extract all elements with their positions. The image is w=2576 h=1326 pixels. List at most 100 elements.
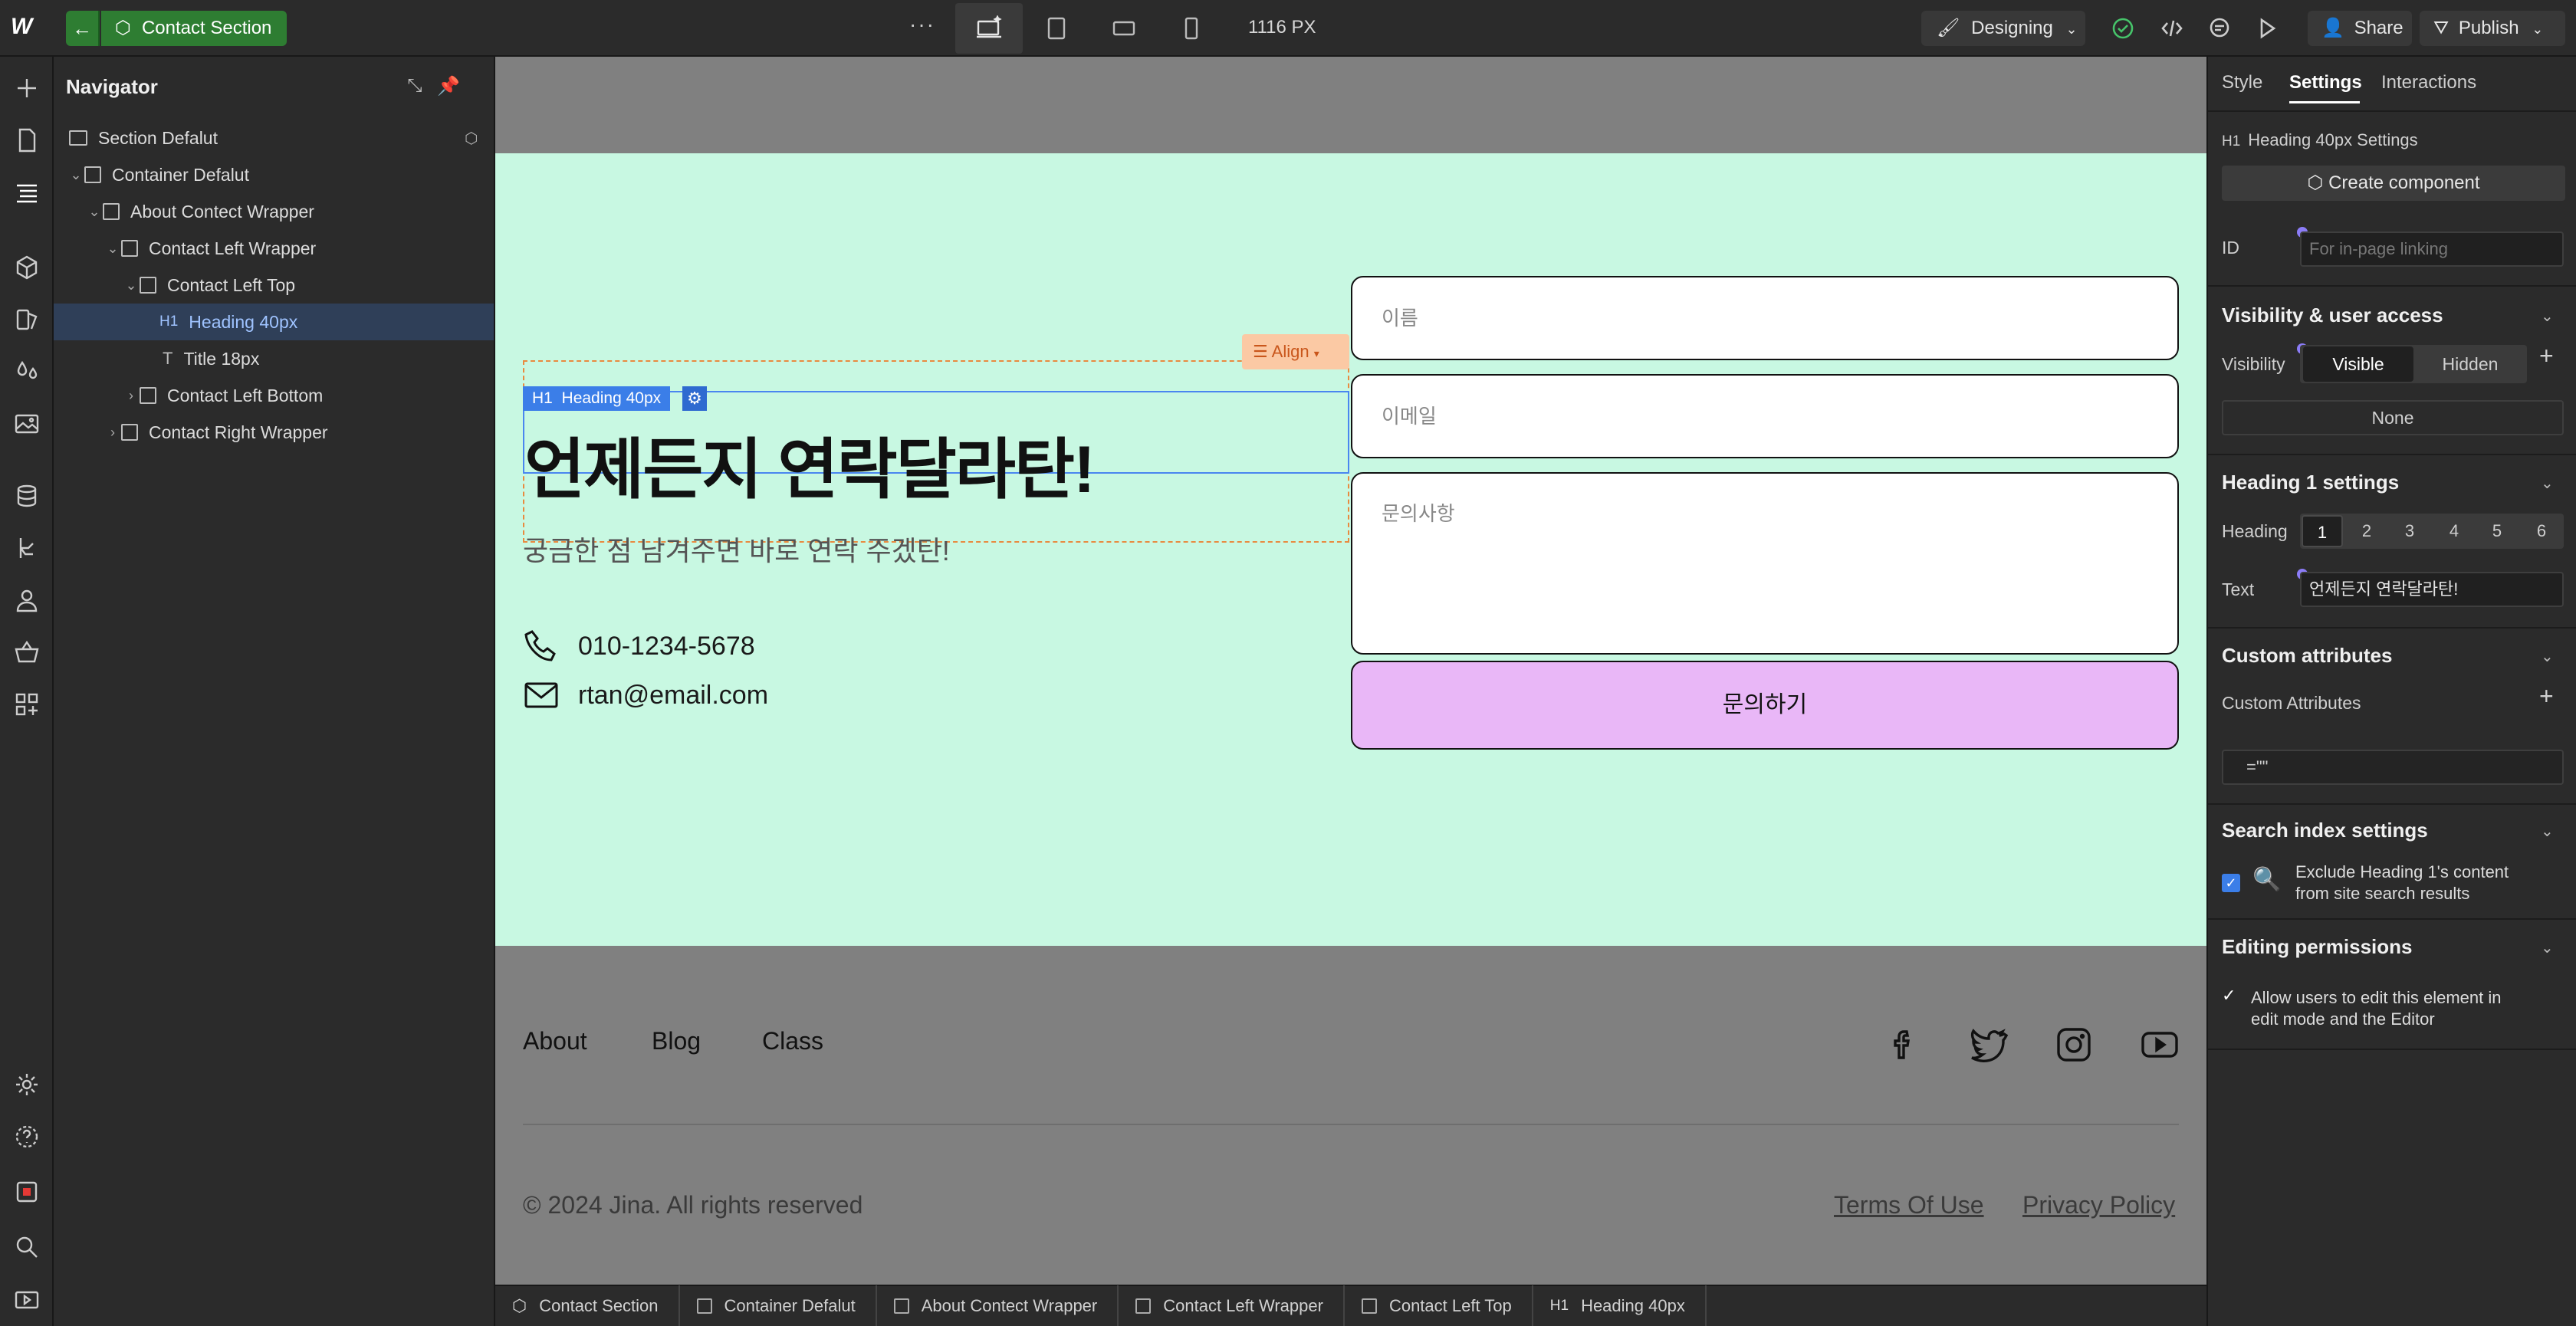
webflow-logo[interactable]: W xyxy=(11,14,41,43)
tree-item-contact-left-top[interactable]: ⌄ Contact Left Top xyxy=(54,267,494,304)
facebook-icon[interactable] xyxy=(1883,1024,1924,1065)
chevron-down-icon[interactable]: ⌄ xyxy=(2541,647,2554,666)
exclude-search-checkbox[interactable]: ✓ xyxy=(2222,874,2240,892)
terms-of-use-link[interactable]: Terms Of Use xyxy=(1834,1191,1984,1219)
video-tutorials-icon[interactable] xyxy=(11,1283,43,1315)
breadcrumb-contact-left-wrapper[interactable]: Contact Left Wrapper xyxy=(1119,1285,1345,1326)
contact-subtitle[interactable]: 궁금한 점 남겨주면 바로 연락 주겠탄! xyxy=(523,529,950,569)
phone-line[interactable]: 010-1234-5678 xyxy=(523,627,755,665)
publish-button[interactable]: ⛛ Publish ⌄ xyxy=(2420,11,2565,46)
name-input[interactable]: 이름 xyxy=(1351,276,2179,360)
pages-icon[interactable] xyxy=(11,124,43,156)
heading-level-6[interactable]: 6 xyxy=(2521,515,2562,547)
tree-item-title-18px[interactable]: T Title 18px xyxy=(54,340,494,377)
tree-item-contact-left-wrapper[interactable]: ⌄ Contact Left Wrapper xyxy=(54,230,494,267)
chevron-down-icon[interactable]: ⌄ xyxy=(2541,307,2554,326)
submit-button[interactable]: 문의하기 xyxy=(1351,661,2179,750)
code-icon[interactable] xyxy=(2157,14,2187,43)
chevron-down-icon[interactable]: ⌄ xyxy=(104,241,121,257)
heading-level-3[interactable]: 3 xyxy=(2389,515,2430,547)
share-button[interactable]: 👤 Share xyxy=(2308,11,2412,46)
align-button[interactable]: ☰ Align ▾ xyxy=(1242,334,1349,369)
tablet-breakpoint-button[interactable] xyxy=(1023,3,1090,54)
privacy-policy-link[interactable]: Privacy Policy xyxy=(2022,1191,2175,1219)
tab-interactions[interactable]: Interactions xyxy=(2381,72,2476,94)
heading-level-2[interactable]: 2 xyxy=(2346,515,2387,547)
search-icon[interactable] xyxy=(11,1231,43,1263)
chevron-down-icon[interactable]: ⌄ xyxy=(2541,822,2554,841)
components-icon[interactable] xyxy=(11,251,43,284)
heading-level-5[interactable]: 5 xyxy=(2476,515,2518,547)
email-input[interactable]: 이메일 xyxy=(1351,374,2179,458)
status-check-icon[interactable] xyxy=(2108,14,2137,43)
visibility-condition-none[interactable]: None xyxy=(2222,400,2564,435)
chevron-down-icon[interactable]: ⌄ xyxy=(2541,938,2554,957)
chevron-right-icon[interactable]: › xyxy=(104,425,121,441)
tab-style[interactable]: Style xyxy=(2222,72,2262,94)
tree-item-container-defalut[interactable]: ⌄ Container Defalut xyxy=(54,156,494,193)
tree-item-contact-left-bottom[interactable]: › Contact Left Bottom xyxy=(54,377,494,414)
instagram-icon[interactable] xyxy=(2053,1024,2095,1065)
tree-item-heading-40px[interactable]: H1 Heading 40px xyxy=(54,304,494,340)
settings-gear-icon[interactable] xyxy=(11,1068,43,1101)
breadcrumb-container-defalut[interactable]: Container Defalut xyxy=(680,1285,877,1326)
email-line[interactable]: rtan@email.com xyxy=(523,676,768,714)
chevron-down-icon[interactable]: ⌄ xyxy=(123,277,140,294)
comment-icon[interactable] xyxy=(2205,14,2234,43)
mobile-landscape-breakpoint-button[interactable] xyxy=(1090,3,1158,54)
chevron-down-icon[interactable]: ⌄ xyxy=(86,204,103,220)
logic-icon[interactable] xyxy=(11,532,43,564)
chevron-right-icon[interactable]: › xyxy=(123,388,140,404)
contact-heading[interactable]: 언제든지 연락달라탄! xyxy=(524,415,1096,511)
back-button[interactable]: ← xyxy=(66,11,100,46)
heading-level-4[interactable]: 4 xyxy=(2433,515,2475,547)
add-attribute-icon[interactable]: + xyxy=(2539,682,2554,711)
tab-settings[interactable]: Settings xyxy=(2289,72,2362,94)
breadcrumb-heading-40px[interactable]: H1 Heading 40px xyxy=(1533,1285,1707,1326)
design-canvas[interactable]: 언제든지 연락달라탄! H1 Heading 40px ⚙ ☰ Align ▾ … xyxy=(495,57,2206,1285)
inquiry-textarea[interactable]: 문의사항 xyxy=(1351,472,2179,655)
editing-permissions-title[interactable]: Editing permissions xyxy=(2222,935,2413,959)
custom-attribute-row[interactable]: ="" xyxy=(2222,750,2564,785)
element-settings-gear-icon[interactable]: ⚙ xyxy=(682,386,707,411)
apps-icon[interactable] xyxy=(11,688,43,720)
breadcrumb-about-contect-wrapper[interactable]: About Contect Wrapper xyxy=(877,1285,1119,1326)
allow-edit-checkbox[interactable]: ✓ xyxy=(2222,986,2236,1006)
mobile-portrait-breakpoint-button[interactable] xyxy=(1158,3,1225,54)
tree-item-contact-right-wrapper[interactable]: › Contact Right Wrapper xyxy=(54,414,494,451)
breadcrumb-contact-section[interactable]: ⬡ Contact Section xyxy=(495,1285,680,1326)
collapse-all-icon[interactable]: ⤡ xyxy=(403,75,426,98)
selected-element-label[interactable]: H1 Heading 40px xyxy=(523,386,671,411)
more-options-icon[interactable]: ··· xyxy=(909,12,935,37)
hidden-option[interactable]: Hidden xyxy=(2415,346,2525,382)
heading-level-1[interactable]: 1 xyxy=(2302,515,2343,547)
users-icon[interactable] xyxy=(11,584,43,616)
cms-icon[interactable] xyxy=(11,480,43,512)
assets-icon[interactable] xyxy=(11,408,43,440)
search-index-title[interactable]: Search index settings xyxy=(2222,819,2428,842)
desktop-breakpoint-button[interactable] xyxy=(955,3,1023,54)
add-condition-icon[interactable]: + xyxy=(2539,342,2554,370)
create-component-button[interactable]: ⬡ Create component xyxy=(2222,166,2565,201)
visible-option[interactable]: Visible xyxy=(2303,346,2413,382)
tree-item-section-defalut[interactable]: Section Defalut ⬡ xyxy=(54,120,494,156)
tree-item-about-contect-wrapper[interactable]: ⌄ About Contect Wrapper xyxy=(54,193,494,230)
heading-text-input[interactable]: 언제든지 연락달라탄! xyxy=(2300,572,2564,607)
record-icon[interactable] xyxy=(11,1176,43,1208)
add-element-icon[interactable] xyxy=(11,72,43,104)
twitter-icon[interactable] xyxy=(1967,1024,2009,1065)
navigator-icon[interactable] xyxy=(11,176,43,208)
preview-play-icon[interactable] xyxy=(2252,14,2282,43)
mode-dropdown[interactable]: 🖌 Designing ⌄ xyxy=(1921,11,2085,46)
help-icon[interactable] xyxy=(11,1121,43,1153)
id-input[interactable]: For in-page linking xyxy=(2300,231,2564,267)
pin-icon[interactable]: 📌 xyxy=(437,75,460,98)
heading-settings-title[interactable]: Heading 1 settings xyxy=(2222,471,2399,494)
ecommerce-icon[interactable] xyxy=(11,636,43,668)
chevron-down-icon[interactable]: ⌄ xyxy=(67,167,84,183)
custom-attributes-title[interactable]: Custom attributes xyxy=(2222,644,2392,668)
variables-icon[interactable] xyxy=(11,304,43,336)
youtube-icon[interactable] xyxy=(2139,1024,2180,1065)
chevron-down-icon[interactable]: ⌄ xyxy=(2541,474,2554,493)
footer-link-class[interactable]: Class xyxy=(762,1027,823,1055)
